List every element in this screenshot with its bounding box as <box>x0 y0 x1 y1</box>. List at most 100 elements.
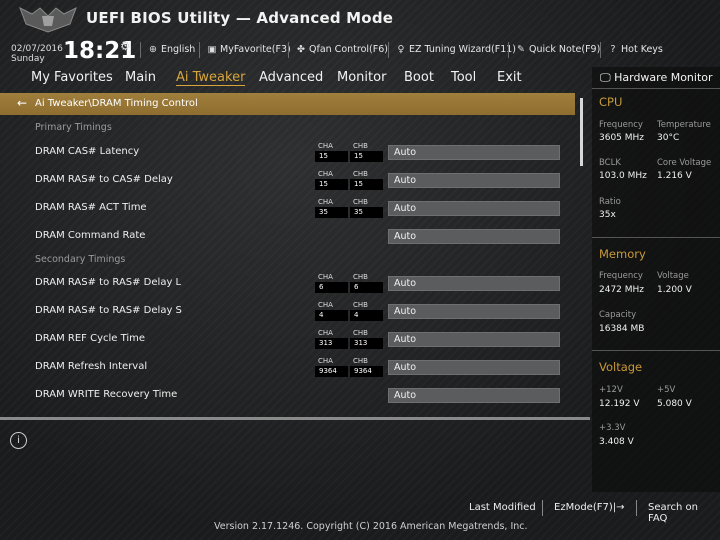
cha-value: 4 <box>315 310 348 321</box>
setting-label: DRAM RAS# to RAS# Delay S <box>35 305 182 316</box>
tab-monitor[interactable]: Monitor <box>337 70 386 85</box>
cha-label: CHA <box>318 329 333 337</box>
core-voltage-label: Core Voltage <box>657 158 712 168</box>
section-primary-timings: Primary Timings <box>35 122 112 133</box>
footer-divider <box>542 500 543 516</box>
cha-label: CHA <box>318 170 333 178</box>
cha-label: CHA <box>318 273 333 281</box>
cha-label: CHA <box>318 198 333 206</box>
breadcrumb-path: Ai Tweaker\DRAM Timing Control <box>35 98 198 109</box>
tab-boot[interactable]: Boot <box>404 70 434 85</box>
memory-voltage-value: 1.200 V <box>657 285 692 295</box>
clock-settings-icon[interactable]: ⚙ <box>120 39 131 53</box>
date-display: 02/07/2016 Sunday <box>11 44 63 64</box>
v5-label: +5V <box>657 385 676 395</box>
chb-label: CHB <box>353 142 368 150</box>
help-icon: ? <box>610 44 616 55</box>
toolbar-divider <box>288 42 289 58</box>
ratio-value: 35x <box>599 210 616 220</box>
chb-value: 6 <box>350 282 383 293</box>
dram-ras-to-ras-delay-s-field[interactable]: Auto <box>388 304 560 319</box>
chb-value: 9364 <box>350 366 383 377</box>
cha-value: 35 <box>315 207 348 218</box>
last-modified-button[interactable]: Last Modified <box>469 502 536 513</box>
note-icon: ✎ <box>517 44 525 55</box>
cpu-heading: CPU <box>599 95 623 109</box>
cpu-temperature-label: Temperature <box>657 120 711 130</box>
ezmode-button[interactable]: EzMode(F7)|→ <box>554 502 624 513</box>
tab-ai-tweaker[interactable]: Ai Tweaker <box>176 70 246 86</box>
setting-label: DRAM RAS# ACT Time <box>35 202 147 213</box>
header: UEFI BIOS Utility — Advanced Mode 02/07/… <box>0 0 720 66</box>
info-icon: i <box>10 432 27 449</box>
cha-value: 313 <box>315 338 348 349</box>
tab-main[interactable]: Main <box>125 70 156 85</box>
dram-ras-act-time-field[interactable]: Auto <box>388 201 560 216</box>
cha-label: CHA <box>318 142 333 150</box>
copyright-text: Version 2.17.1246. Copyright (C) 2016 Am… <box>214 521 528 532</box>
monitor-icon: 🖵 <box>600 71 611 84</box>
chb-label: CHB <box>353 273 368 281</box>
dram-command-rate-field[interactable]: Auto <box>388 229 560 244</box>
dram-write-recovery-time-field[interactable]: Auto <box>388 388 560 403</box>
memory-capacity-label: Capacity <box>599 310 637 320</box>
tab-my-favorites[interactable]: My Favorites <box>31 70 113 85</box>
search-faq-button[interactable]: Search on FAQ <box>648 502 720 524</box>
qfan-control-button[interactable]: ✤ Qfan Control(F6) <box>295 44 388 55</box>
fan-icon: ✤ <box>297 44 305 55</box>
chb-label: CHB <box>353 329 368 337</box>
favorite-icon: ▣ <box>207 44 217 55</box>
hardware-monitor-title: 🖵 Hardware Monitor <box>600 71 713 84</box>
myfavorite-button[interactable]: ▣ MyFavorite(F3) <box>206 44 291 55</box>
chb-value: 15 <box>350 151 383 162</box>
chb-label: CHB <box>353 170 368 178</box>
bclk-label: BCLK <box>599 158 621 168</box>
scrollbar[interactable] <box>580 98 583 166</box>
v12-label: +12V <box>599 385 623 395</box>
tab-tool[interactable]: Tool <box>451 70 476 85</box>
cha-label: CHA <box>318 357 333 365</box>
cha-value: 6 <box>315 282 348 293</box>
dram-ref-cycle-time-field[interactable]: Auto <box>388 332 560 347</box>
setting-label: DRAM CAS# Latency <box>35 146 140 157</box>
setting-label: DRAM WRITE Recovery Time <box>35 389 178 400</box>
ez-tuning-wizard-button[interactable]: ♀ EZ Tuning Wizard(F11) <box>395 44 517 55</box>
chb-label: CHB <box>353 357 368 365</box>
footer-divider <box>636 500 637 516</box>
tab-advanced[interactable]: Advanced <box>259 70 323 85</box>
v33-label: +3.3V <box>599 423 626 433</box>
lightbulb-icon: ♀ <box>397 44 405 55</box>
back-arrow-icon[interactable]: ← <box>17 96 27 110</box>
toolbar-divider <box>388 42 389 58</box>
hw-divider <box>592 237 720 238</box>
app-title: UEFI BIOS Utility — Advanced Mode <box>86 9 394 27</box>
date-text: 02/07/2016 <box>11 44 63 54</box>
tuf-logo <box>19 6 77 33</box>
ratio-label: Ratio <box>599 197 621 207</box>
dram-cas-latency-field[interactable]: Auto <box>388 145 560 160</box>
dram-ras-to-cas-delay-field[interactable]: Auto <box>388 173 560 188</box>
hot-keys-button[interactable]: ? Hot Keys <box>607 44 662 55</box>
cha-value: 9364 <box>315 366 348 377</box>
globe-icon: ⊕ <box>149 44 157 55</box>
info-divider <box>0 417 590 420</box>
toolbar-divider <box>600 42 601 58</box>
toolbar-divider <box>140 42 141 58</box>
toolbar-divider <box>508 42 509 58</box>
chb-label: CHB <box>353 198 368 206</box>
setting-label: DRAM RAS# to CAS# Delay <box>35 174 173 185</box>
hw-divider <box>592 350 720 351</box>
day-text: Sunday <box>11 54 45 64</box>
setting-label: DRAM RAS# to RAS# Delay L <box>35 277 182 288</box>
quick-note-button[interactable]: ✎ Quick Note(F9) <box>515 44 600 55</box>
hw-divider <box>592 88 720 89</box>
dram-refresh-interval-field[interactable]: Auto <box>388 360 560 375</box>
cha-label: CHA <box>318 301 333 309</box>
tab-exit[interactable]: Exit <box>497 70 522 85</box>
memory-heading: Memory <box>599 247 646 261</box>
dram-ras-to-ras-delay-l-field[interactable]: Auto <box>388 276 560 291</box>
memory-capacity-value: 16384 MB <box>599 324 645 334</box>
language-button[interactable]: ⊕ English <box>147 44 195 55</box>
breadcrumb: ← Ai Tweaker\DRAM Timing Control <box>0 93 575 115</box>
bclk-value: 103.0 MHz <box>599 171 647 181</box>
